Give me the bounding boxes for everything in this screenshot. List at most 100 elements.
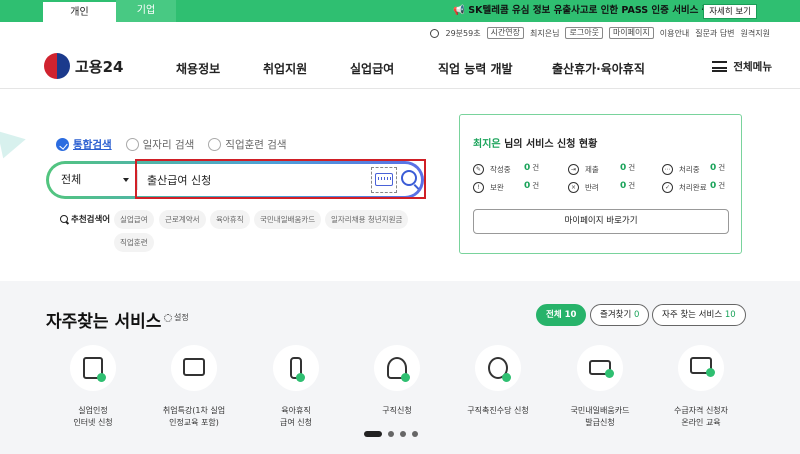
service-unemployment-recognition[interactable]: 실업인정 인터넷 신청	[53, 345, 133, 429]
carousel-dot-active[interactable]	[364, 431, 382, 437]
search-scope-select[interactable]: 전체	[61, 164, 81, 196]
tab-personal[interactable]: 개인	[43, 0, 116, 22]
radio-job-search[interactable]: 일자리 검색	[125, 137, 195, 152]
keyword-chip[interactable]: 실업급여	[114, 210, 154, 229]
service-label: 국민내일배움카드 발급신청	[570, 406, 630, 427]
filter-favorites[interactable]: 즐겨찾기 0	[590, 304, 650, 326]
nav-jobs[interactable]: 채용정보	[176, 60, 220, 77]
stat-rejected[interactable]: × 반려	[568, 181, 599, 193]
stat-value: 0건	[524, 163, 540, 173]
stat-supplement[interactable]: ! 보완	[473, 181, 504, 193]
stat-value: 0건	[524, 181, 540, 191]
extend-time-button[interactable]: 시간연장	[486, 27, 525, 39]
carousel-dot[interactable]	[400, 431, 406, 437]
search-input[interactable]	[143, 168, 373, 192]
keyword-chip[interactable]: 직업훈련	[114, 233, 154, 252]
carousel-dot[interactable]	[388, 431, 394, 437]
megaphone-icon: 📢	[453, 5, 469, 16]
mypage-shortcut-button[interactable]: 마이페이지 바로가기	[473, 209, 729, 234]
service-label: 구직촉진수당 신청	[467, 406, 529, 415]
carousel-dot[interactable]	[412, 431, 418, 437]
all-menu-button[interactable]: 전체메뉴	[712, 59, 772, 74]
taegeuk-logo-icon	[44, 53, 70, 79]
service-job-seeking[interactable]: 구직신청	[357, 345, 437, 417]
nav-maternity-parental-leave[interactable]: 출산휴가·육아휴직	[552, 60, 645, 77]
submit-icon: ⇥	[568, 163, 579, 175]
guide-link[interactable]: 이용안내	[660, 28, 689, 39]
header-divider	[0, 88, 800, 89]
tab-company[interactable]: 기업	[116, 0, 176, 22]
baby-bottle-icon	[273, 345, 319, 391]
filter-frequent[interactable]: 자주 찾는 서비스 10	[652, 304, 746, 326]
search-icon	[60, 215, 68, 223]
qa-link[interactable]: 질문과 답변	[695, 28, 734, 39]
stat-label: 처리완료	[679, 182, 707, 192]
stat-label: 제출	[585, 164, 599, 174]
presentation-icon	[171, 345, 217, 391]
utility-links: 29분59초 시간연장 최지은님 로그아웃 마이페이지 이용안내 질문과 답변 …	[430, 26, 770, 40]
service-parental-leave-benefit[interactable]: 육아휴직 급여 신청	[256, 345, 336, 429]
document-icon	[70, 345, 116, 391]
paper-plane-decoration	[0, 125, 29, 159]
more-icon: ⋯	[662, 163, 673, 175]
radio-label: 직업훈련 검색	[225, 139, 287, 151]
service-job-lecture[interactable]: 취업특강(1차 실업 인정교육 포함)	[154, 345, 234, 429]
radio-training-search[interactable]: 직업훈련 검색	[208, 137, 287, 152]
notice-detail-button[interactable]: 자세히 보기	[703, 4, 757, 19]
top-notice-bar: 개인 기업 📢 SK텔레콤 유심 정보 유출사고로 인한 PASS 인증 서비스…	[0, 0, 800, 22]
panel-title: 최지은 님의 서비스 신청 현황	[473, 135, 597, 150]
pencil-icon: ✎	[473, 163, 484, 175]
session-timer: 29분59초	[445, 28, 481, 38]
remote-support-link[interactable]: 원격지원	[741, 28, 770, 39]
radio-label: 통합검색	[73, 139, 112, 151]
stat-drafting[interactable]: ✎ 작성중	[473, 163, 511, 175]
radio-label: 일자리 검색	[142, 139, 195, 151]
site-logo[interactable]: 고용24	[44, 53, 123, 79]
stat-label: 작성중	[490, 164, 511, 174]
monitor-icon	[678, 345, 724, 391]
nav-vocational-training[interactable]: 직업 능력 개발	[438, 60, 513, 77]
panel-user-name: 최지은	[473, 139, 501, 150]
settings-label: 설정	[174, 313, 189, 322]
caret-down-icon	[123, 178, 129, 182]
recommended-keywords-label: 추천검색어	[60, 213, 110, 225]
nav-unemployment-benefit[interactable]: 실업급여	[350, 60, 394, 77]
stat-value: 0건	[620, 163, 636, 173]
section-title: 자주찾는 서비스	[46, 312, 162, 332]
radio-integrated-search[interactable]: 통합검색	[56, 137, 112, 152]
radio-unchecked-icon	[208, 138, 222, 151]
service-label: 수급자격 신청자 온라인 교육	[673, 406, 729, 427]
keyword-chip[interactable]: 국민내일배움카드	[254, 210, 322, 229]
stat-completed[interactable]: ✓ 처리완료	[662, 181, 707, 193]
stat-processing[interactable]: ⋯ 처리중	[662, 163, 700, 175]
service-learning-card[interactable]: 국민내일배움카드 발급신청	[560, 345, 640, 429]
settings-button[interactable]: 설정	[164, 312, 189, 323]
carousel-pagination	[364, 431, 418, 437]
reject-icon: ×	[568, 181, 579, 193]
service-online-education[interactable]: 수급자격 신청자 온라인 교육	[661, 345, 741, 429]
stat-label: 보완	[490, 182, 504, 192]
stat-value: 0건	[620, 181, 636, 191]
keyword-chip[interactable]: 육아휴직	[210, 210, 250, 229]
keyword-chip[interactable]: 일자리채용 청년지원금	[325, 210, 409, 229]
filter-all[interactable]: 전체 10	[536, 304, 587, 326]
radio-checked-icon	[56, 138, 69, 151]
logout-button[interactable]: 로그아웃	[565, 27, 603, 39]
panel-title-suffix: 님의 서비스 신청 현황	[500, 139, 598, 150]
stat-submitted[interactable]: ⇥ 제출	[568, 163, 599, 175]
search-icon[interactable]	[401, 170, 417, 186]
keyword-chip[interactable]: 근로계약서	[159, 210, 206, 229]
service-job-promotion-allowance[interactable]: 구직촉진수당 신청	[458, 345, 538, 417]
nav-employment-support[interactable]: 취업지원	[263, 60, 307, 77]
search-bar-inner: 전체	[49, 164, 421, 196]
stat-label: 처리중	[679, 164, 700, 174]
stat-value: 0건	[710, 181, 726, 191]
radio-unchecked-icon	[125, 138, 139, 151]
check-icon: ✓	[662, 181, 673, 193]
card-icon	[577, 345, 623, 391]
clock-icon	[430, 28, 440, 38]
select-separator	[137, 170, 138, 190]
service-label: 실업인정 인터넷 신청	[73, 406, 113, 427]
user-name: 최지은님	[530, 28, 560, 38]
mypage-button[interactable]: 마이페이지	[608, 27, 654, 39]
